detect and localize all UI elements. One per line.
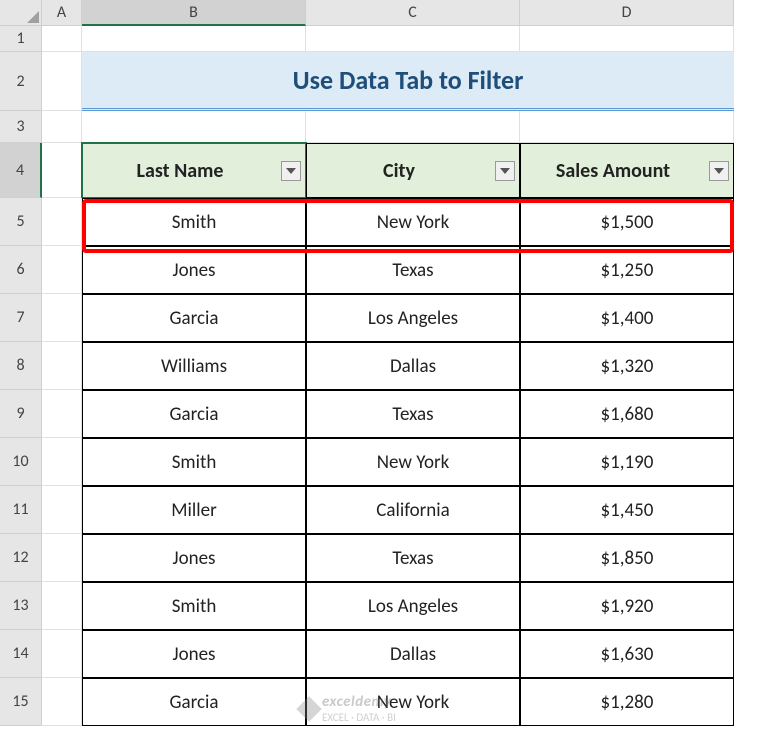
- cell-B8[interactable]: Williams: [82, 342, 306, 390]
- table-header-lastname[interactable]: Last Name: [82, 143, 306, 198]
- row-header-15[interactable]: 15: [0, 678, 42, 726]
- cell-C14[interactable]: Dallas: [306, 630, 520, 678]
- table-header-sales[interactable]: Sales Amount: [520, 143, 734, 198]
- cell-B12[interactable]: Jones: [82, 534, 306, 582]
- cell-C1[interactable]: [306, 26, 520, 52]
- col-header-D[interactable]: D: [520, 0, 734, 26]
- row-header-2[interactable]: 2: [0, 52, 42, 111]
- cell-A11[interactable]: [42, 486, 82, 534]
- table-header-city[interactable]: City: [306, 143, 520, 198]
- watermark-logo-icon: [296, 696, 321, 721]
- cell-B11[interactable]: Miller: [82, 486, 306, 534]
- cell-B6[interactable]: Jones: [82, 246, 306, 294]
- cell-B7[interactable]: Garcia: [82, 294, 306, 342]
- cell-A3[interactable]: [42, 111, 82, 143]
- cell-D7[interactable]: $1,400: [520, 294, 734, 342]
- header-label: City: [383, 159, 415, 183]
- cell-C11[interactable]: California: [306, 486, 520, 534]
- col-header-A[interactable]: A: [42, 0, 82, 26]
- row-header-14[interactable]: 14: [0, 630, 42, 678]
- cell-C9[interactable]: Texas: [306, 390, 520, 438]
- cell-C3[interactable]: [306, 111, 520, 143]
- cell-D1[interactable]: [520, 26, 734, 52]
- filter-button-city[interactable]: [495, 161, 515, 181]
- cell-D14[interactable]: $1,630: [520, 630, 734, 678]
- cell-B10[interactable]: Smith: [82, 438, 306, 486]
- cell-D8[interactable]: $1,320: [520, 342, 734, 390]
- watermark-text: exceldemy EXCEL · DATA · BI: [322, 693, 396, 724]
- cell-B13[interactable]: Smith: [82, 582, 306, 630]
- cell-B3[interactable]: [82, 111, 306, 143]
- cell-A13[interactable]: [42, 582, 82, 630]
- chevron-down-icon: [500, 168, 510, 174]
- cell-C13[interactable]: Los Angeles: [306, 582, 520, 630]
- cell-D5[interactable]: $1,500: [520, 198, 734, 246]
- chevron-down-icon: [286, 168, 296, 174]
- cell-A2[interactable]: [42, 52, 82, 111]
- col-header-B[interactable]: B: [82, 0, 306, 26]
- row-header-1[interactable]: 1: [0, 26, 42, 52]
- header-label: Sales Amount: [556, 159, 670, 183]
- row-header-6[interactable]: 6: [0, 246, 42, 294]
- cell-D10[interactable]: $1,190: [520, 438, 734, 486]
- cell-C8[interactable]: Dallas: [306, 342, 520, 390]
- cell-A14[interactable]: [42, 630, 82, 678]
- cell-C6[interactable]: Texas: [306, 246, 520, 294]
- cell-A9[interactable]: [42, 390, 82, 438]
- cell-A5[interactable]: [42, 198, 82, 246]
- cell-B14[interactable]: Jones: [82, 630, 306, 678]
- cell-A6[interactable]: [42, 246, 82, 294]
- cell-D12[interactable]: $1,850: [520, 534, 734, 582]
- col-header-C[interactable]: C: [306, 0, 520, 26]
- cell-D3[interactable]: [520, 111, 734, 143]
- row-header-13[interactable]: 13: [0, 582, 42, 630]
- cell-C12[interactable]: Texas: [306, 534, 520, 582]
- cell-A10[interactable]: [42, 438, 82, 486]
- cell-C7[interactable]: Los Angeles: [306, 294, 520, 342]
- cell-D15[interactable]: $1,280: [520, 678, 734, 726]
- cell-B15[interactable]: Garcia: [82, 678, 306, 726]
- cell-A7[interactable]: [42, 294, 82, 342]
- spreadsheet-grid: A B C D 1 2 Use Data Tab to Filter 3 4 L…: [0, 0, 768, 726]
- cell-D9[interactable]: $1,680: [520, 390, 734, 438]
- cell-A4[interactable]: [42, 143, 82, 198]
- row-header-7[interactable]: 7: [0, 294, 42, 342]
- filter-button-lastname[interactable]: [281, 161, 301, 181]
- cell-C10[interactable]: New York: [306, 438, 520, 486]
- cell-D11[interactable]: $1,450: [520, 486, 734, 534]
- filter-button-sales[interactable]: [709, 161, 729, 181]
- row-header-5[interactable]: 5: [0, 198, 42, 246]
- row-header-9[interactable]: 9: [0, 390, 42, 438]
- row-header-10[interactable]: 10: [0, 438, 42, 486]
- cell-A8[interactable]: [42, 342, 82, 390]
- cell-B9[interactable]: Garcia: [82, 390, 306, 438]
- header-label: Last Name: [137, 159, 224, 183]
- cell-C5[interactable]: New York: [306, 198, 520, 246]
- cell-A12[interactable]: [42, 534, 82, 582]
- row-header-12[interactable]: 12: [0, 534, 42, 582]
- select-all-corner[interactable]: [0, 0, 42, 26]
- cell-B5[interactable]: Smith: [82, 198, 306, 246]
- row-header-8[interactable]: 8: [0, 342, 42, 390]
- row-header-11[interactable]: 11: [0, 486, 42, 534]
- chevron-down-icon: [714, 168, 724, 174]
- cell-D13[interactable]: $1,920: [520, 582, 734, 630]
- watermark: exceldemy EXCEL · DATA · BI: [300, 693, 396, 724]
- row-header-4[interactable]: 4: [0, 143, 42, 198]
- cell-B1[interactable]: [82, 26, 306, 52]
- cell-A15[interactable]: [42, 678, 82, 726]
- title-cell[interactable]: Use Data Tab to Filter: [82, 52, 734, 111]
- cell-D6[interactable]: $1,250: [520, 246, 734, 294]
- row-header-3[interactable]: 3: [0, 111, 42, 143]
- cell-A1[interactable]: [42, 26, 82, 52]
